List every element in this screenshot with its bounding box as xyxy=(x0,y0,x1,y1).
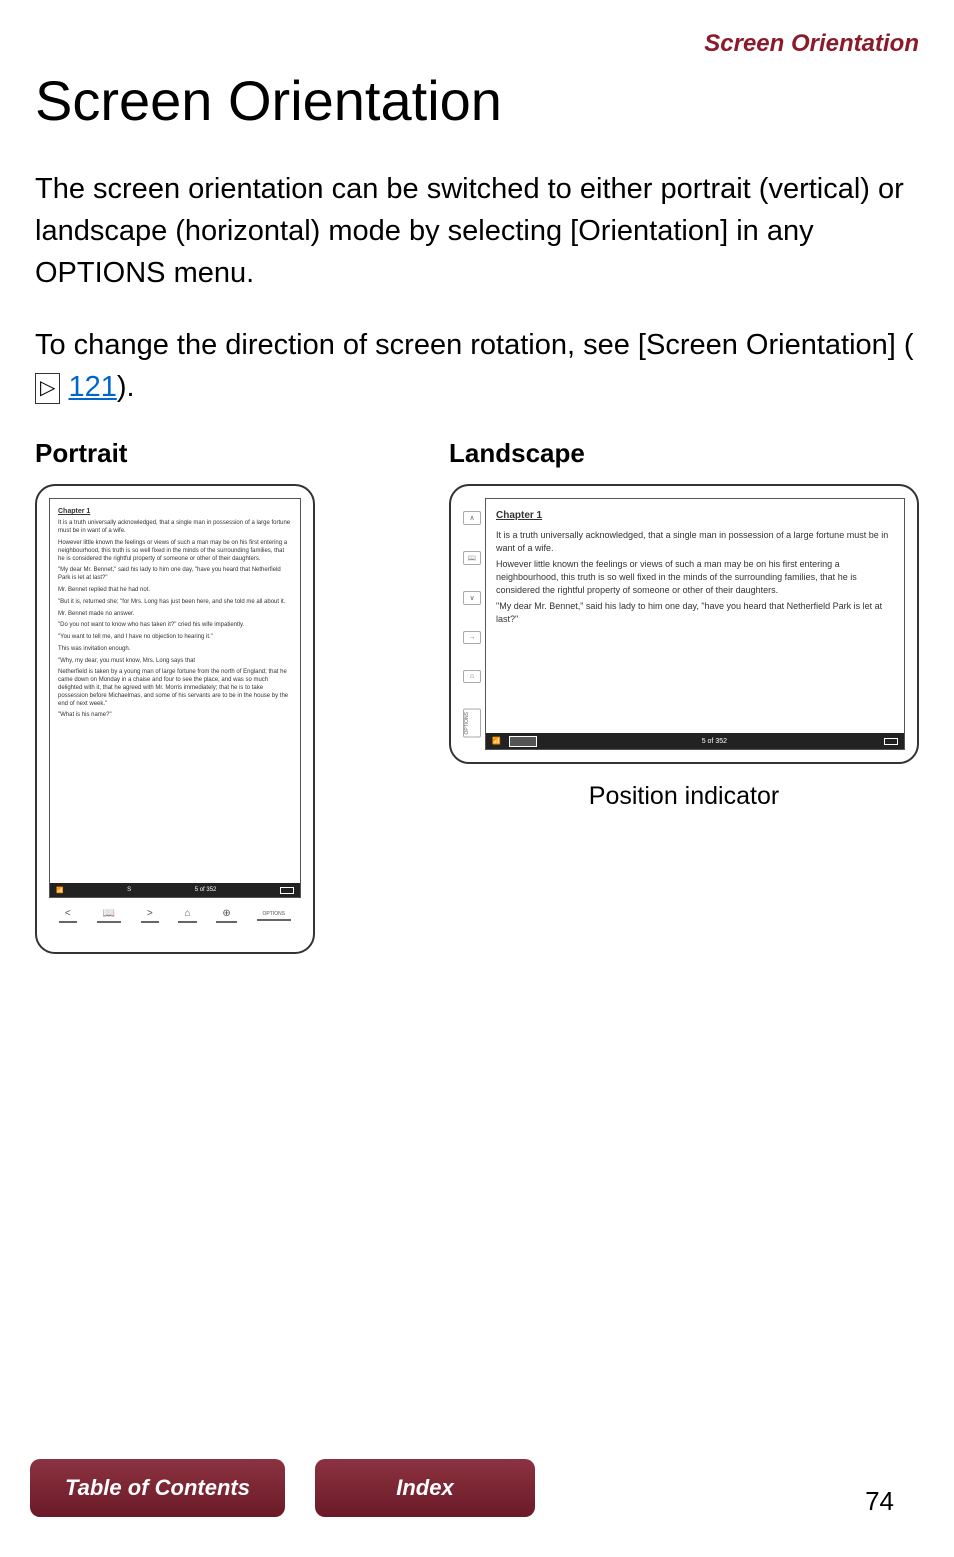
toc-button[interactable]: Table of Contents xyxy=(30,1459,285,1517)
portrait-column: Portrait Chapter 1 It is a truth univers… xyxy=(35,438,389,954)
page-indicator: 5 of 352 xyxy=(545,738,884,745)
index-button[interactable]: Index xyxy=(315,1459,535,1517)
illustrations-row: Portrait Chapter 1 It is a truth univers… xyxy=(35,438,919,954)
section-header: Screen Orientation xyxy=(35,30,919,58)
home-button-icon: ⌂ xyxy=(178,906,196,923)
page-link-121[interactable]: 121 xyxy=(68,371,116,403)
battery-icon xyxy=(884,738,898,745)
page-title: Screen Orientation xyxy=(35,68,919,133)
landscape-screen: Chapter 1 It is a truth universally ackn… xyxy=(485,498,905,750)
bottom-navigation: Table of Contents Index xyxy=(30,1459,535,1517)
intro-paragraph: The screen orientation can be switched t… xyxy=(35,168,919,294)
landscape-sample-text: Chapter 1 It is a truth universally ackn… xyxy=(496,509,894,625)
next-button-icon: > xyxy=(141,906,159,923)
landscape-column: Landscape ∧ 📖 ∨ → ⌂ OPTIONS Chapter 1 It… xyxy=(449,438,919,954)
sample-line: Mr. Bennet made no answer. xyxy=(58,611,292,619)
sample-line: However little known the feelings or vie… xyxy=(496,558,894,596)
chapter-heading: Chapter 1 xyxy=(496,509,894,523)
page-number: 74 xyxy=(865,1486,894,1517)
portrait-status-bar: 📶 S 5 of 352 xyxy=(50,883,300,897)
up-button-icon: ∧ xyxy=(463,511,481,525)
sample-line: "Do you not want to know who has taken i… xyxy=(58,622,292,630)
ref-text-post: ). xyxy=(117,371,135,403)
page-indicator: 5 of 352 xyxy=(195,887,217,893)
sample-line: "But it is, returned she; "for Mrs. Long… xyxy=(58,599,292,607)
portrait-screen: Chapter 1 It is a truth universally ackn… xyxy=(49,498,301,898)
sample-line: This was invitation enough. xyxy=(58,646,292,654)
portrait-hw-buttons: < 📖 > ⌂ ⊕ OPTIONS xyxy=(49,906,301,923)
portrait-sample-text: Chapter 1 It is a truth universally ackn… xyxy=(58,507,292,720)
sample-line: Mr. Bennet replied that he had not. xyxy=(58,587,292,595)
options-button-label: OPTIONS xyxy=(257,909,292,921)
landscape-status-bar: 📶 5 of 352 xyxy=(486,733,904,749)
position-indicator-caption: Position indicator xyxy=(449,782,919,811)
arrow-button-icon: → xyxy=(463,631,481,644)
sample-line: It is a truth universally acknowledged, … xyxy=(58,520,292,536)
sample-line: "Why, my dear, you must know, Mrs. Long … xyxy=(58,658,292,666)
ref-text-pre: To change the direction of screen rotati… xyxy=(35,329,914,361)
reference-paragraph: To change the direction of screen rotati… xyxy=(35,324,919,408)
signal-icon: 📶 xyxy=(492,737,501,745)
chapter-heading: Chapter 1 xyxy=(58,507,292,516)
position-indicator-bar xyxy=(509,736,537,747)
signal-icon: 📶 xyxy=(56,887,63,894)
sample-line: Netherfield is taken by a young man of l… xyxy=(58,669,292,708)
prev-button-icon: < xyxy=(59,906,77,923)
sample-line: "You want to tell me, and I have no obje… xyxy=(58,634,292,642)
sample-line: "My dear Mr. Bennet," said his lady to h… xyxy=(496,600,894,625)
portrait-heading: Portrait xyxy=(35,438,389,469)
portrait-device-illustration: Chapter 1 It is a truth universally ackn… xyxy=(35,484,315,954)
s-icon: S xyxy=(127,887,131,893)
landscape-hw-buttons: ∧ 📖 ∨ → ⌂ OPTIONS xyxy=(463,498,481,750)
sample-line: "What is his name?" xyxy=(58,712,292,720)
landscape-device-illustration: ∧ 📖 ∨ → ⌂ OPTIONS Chapter 1 It is a trut… xyxy=(449,484,919,764)
sample-line: It is a truth universally acknowledged, … xyxy=(496,529,894,554)
book-button-icon: 📖 xyxy=(97,906,121,923)
zoom-button-icon: ⊕ xyxy=(216,906,236,923)
landscape-heading: Landscape xyxy=(449,438,919,469)
battery-icon xyxy=(280,887,294,894)
book-button-icon: 📖 xyxy=(463,551,481,565)
options-button-label: OPTIONS xyxy=(463,709,481,738)
down-button-icon: ∨ xyxy=(463,591,481,605)
sample-line: However little known the feelings or vie… xyxy=(58,540,292,563)
home-button-icon: ⌂ xyxy=(463,670,481,683)
sample-line: "My dear Mr. Bennet," said his lady to h… xyxy=(58,567,292,583)
page-ref-icon: ▷ xyxy=(35,373,60,404)
